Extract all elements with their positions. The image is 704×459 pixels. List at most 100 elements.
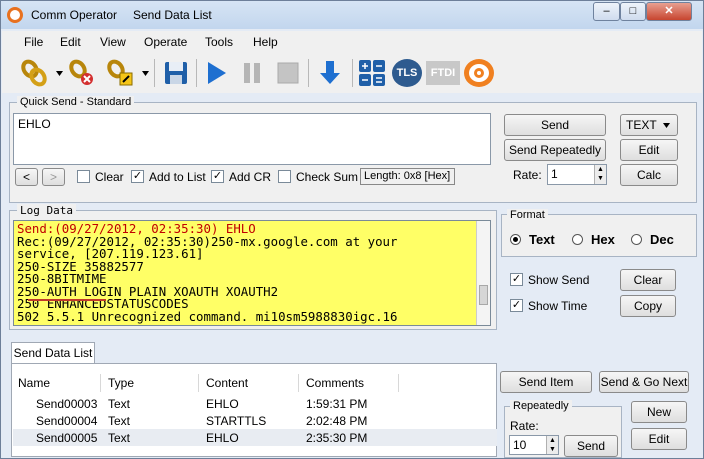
edit-button[interactable]: Edit (620, 139, 678, 161)
send-repeatedly-button[interactable]: Send Repeatedly (504, 139, 606, 161)
log-copy-button[interactable]: Copy (620, 295, 676, 317)
log-clear-button[interactable]: Clear (620, 269, 676, 291)
toolbar-separator (352, 59, 353, 87)
menu-bar: File Edit View Operate Tools Help (2, 31, 702, 53)
show-send-label: Show Send (528, 273, 590, 287)
column-header-content[interactable]: Content (206, 376, 248, 390)
toolbar-separator (308, 59, 309, 87)
log-scrollbar[interactable] (476, 221, 490, 325)
send-item-button[interactable]: Send Item (500, 371, 592, 393)
add-to-list-checkbox[interactable]: ✓ (131, 170, 144, 183)
stepper-arrows-icon[interactable]: ▲ ▼ (594, 165, 606, 184)
stop-icon[interactable] (274, 59, 302, 87)
quick-send-textbox[interactable]: EHLO (13, 113, 491, 165)
column-header-name[interactable]: Name (18, 376, 50, 390)
toolbar: TLS FTDI (2, 53, 702, 93)
hex-radio[interactable] (572, 234, 583, 245)
format-legend: Format (507, 209, 548, 221)
cell-comments: 1:59:31 PM (306, 397, 368, 411)
title-bar: Comm Operator Send Data List – □ ✕ (1, 1, 703, 29)
list-rate-stepper[interactable]: 10 ▲ ▼ (509, 435, 559, 455)
download-arrow-icon[interactable] (316, 59, 344, 87)
format-dropdown-value: TEXT (626, 118, 657, 132)
app-title: Comm Operator (31, 8, 118, 22)
minimize-button[interactable]: – (593, 2, 620, 21)
table-row[interactable]: Send00003 Text EHLO 1:59:31 PM (13, 395, 497, 412)
prev-button[interactable]: < (15, 168, 38, 186)
save-icon[interactable] (162, 59, 190, 87)
cell-content: STARTTLS (206, 414, 267, 428)
length-readout: Length: 0x8 [Hex] (360, 168, 455, 185)
table-row[interactable]: Send00005 Text EHLO 2:35:30 PM (13, 429, 497, 446)
pause-icon[interactable] (238, 59, 266, 87)
send-button[interactable]: Send (504, 114, 606, 136)
length-text: Length: 0x8 [Hex] (364, 170, 451, 182)
tls-label: TLS (396, 67, 418, 79)
add-cr-checkbox[interactable]: ✓ (211, 170, 224, 183)
menu-operate[interactable]: Operate (144, 35, 187, 49)
check-sum-checkbox[interactable] (278, 170, 291, 183)
calc-button[interactable]: Calc (620, 164, 678, 186)
app-logo-icon (7, 7, 23, 23)
table-row[interactable]: Send00004 Text STARTTLS 2:02:48 PM (13, 412, 497, 429)
menu-view[interactable]: View (100, 35, 126, 49)
repeatedly-legend: Repeatedly (510, 400, 572, 412)
cell-type: Text (108, 431, 131, 445)
connect-dropdown-icon[interactable] (56, 71, 63, 76)
list-rate-value: 10 (513, 438, 527, 452)
scrollbar-thumb[interactable] (479, 285, 488, 305)
show-time-checkbox[interactable]: ✓ (510, 299, 523, 312)
clear-checkbox[interactable] (77, 170, 90, 183)
cell-type: Text (108, 414, 131, 428)
settings-dropdown-icon[interactable] (142, 71, 149, 76)
list-edit-button[interactable]: Edit (631, 428, 687, 450)
menu-edit[interactable]: Edit (60, 35, 81, 49)
play-icon[interactable] (202, 59, 230, 87)
ftdi-icon[interactable]: FTDI (426, 61, 460, 85)
main-window: Comm Operator Send Data List – □ ✕ File … (0, 0, 704, 459)
menu-help[interactable]: Help (253, 35, 278, 49)
menu-tools[interactable]: Tools (205, 35, 233, 49)
show-send-checkbox[interactable]: ✓ (510, 273, 523, 286)
send-and-go-next-button[interactable]: Send & Go Next (599, 371, 689, 393)
chevron-down-icon (663, 123, 670, 128)
close-button[interactable]: ✕ (646, 2, 692, 21)
ftdi-label: FTDI (430, 67, 456, 79)
cell-name: Send00004 (36, 414, 98, 428)
cell-name: Send00005 (36, 431, 98, 445)
dec-radio[interactable] (631, 234, 642, 245)
rate-stepper[interactable]: 1 ▲ ▼ (547, 164, 607, 185)
cell-content: EHLO (206, 431, 239, 445)
cell-content: EHLO (206, 397, 239, 411)
rate-label: Rate: (513, 168, 542, 182)
tab-send-data-list[interactable]: Send Data List (11, 342, 95, 364)
tls-icon[interactable]: TLS (392, 59, 422, 87)
quick-send-legend: Quick Send - Standard (17, 96, 135, 108)
format-dropdown[interactable]: TEXT (620, 114, 678, 136)
text-radio-label: Text (529, 232, 555, 247)
calculator-icon[interactable] (358, 59, 386, 87)
menu-file[interactable]: File (24, 35, 43, 49)
column-header-comments[interactable]: Comments (306, 376, 364, 390)
maximize-button[interactable]: □ (620, 2, 646, 21)
next-button[interactable]: > (42, 168, 65, 186)
connection-settings-icon[interactable] (106, 59, 134, 87)
quick-send-text: EHLO (18, 117, 51, 131)
log-output[interactable]: Send:(09/27/2012, 02:35:30) EHLO Rec:(09… (13, 220, 491, 326)
rate-value: 1 (551, 167, 558, 181)
check-sum-label: Check Sum (296, 170, 359, 184)
cell-type: Text (108, 397, 131, 411)
clear-label: Clear (95, 170, 124, 184)
connect-icon[interactable] (20, 59, 48, 87)
disconnect-icon[interactable] (68, 59, 96, 87)
at-sign-icon[interactable] (464, 59, 494, 87)
log-data-legend: Log Data (17, 204, 76, 217)
new-button[interactable]: New (631, 401, 687, 423)
stepper-arrows-icon[interactable]: ▲ ▼ (546, 436, 558, 454)
list-send-button[interactable]: Send (564, 435, 618, 457)
hex-radio-label: Hex (591, 232, 615, 247)
text-radio[interactable] (510, 234, 521, 245)
cell-comments: 2:02:48 PM (306, 414, 368, 428)
document-title: Send Data List (133, 8, 212, 22)
column-header-type[interactable]: Type (108, 376, 134, 390)
